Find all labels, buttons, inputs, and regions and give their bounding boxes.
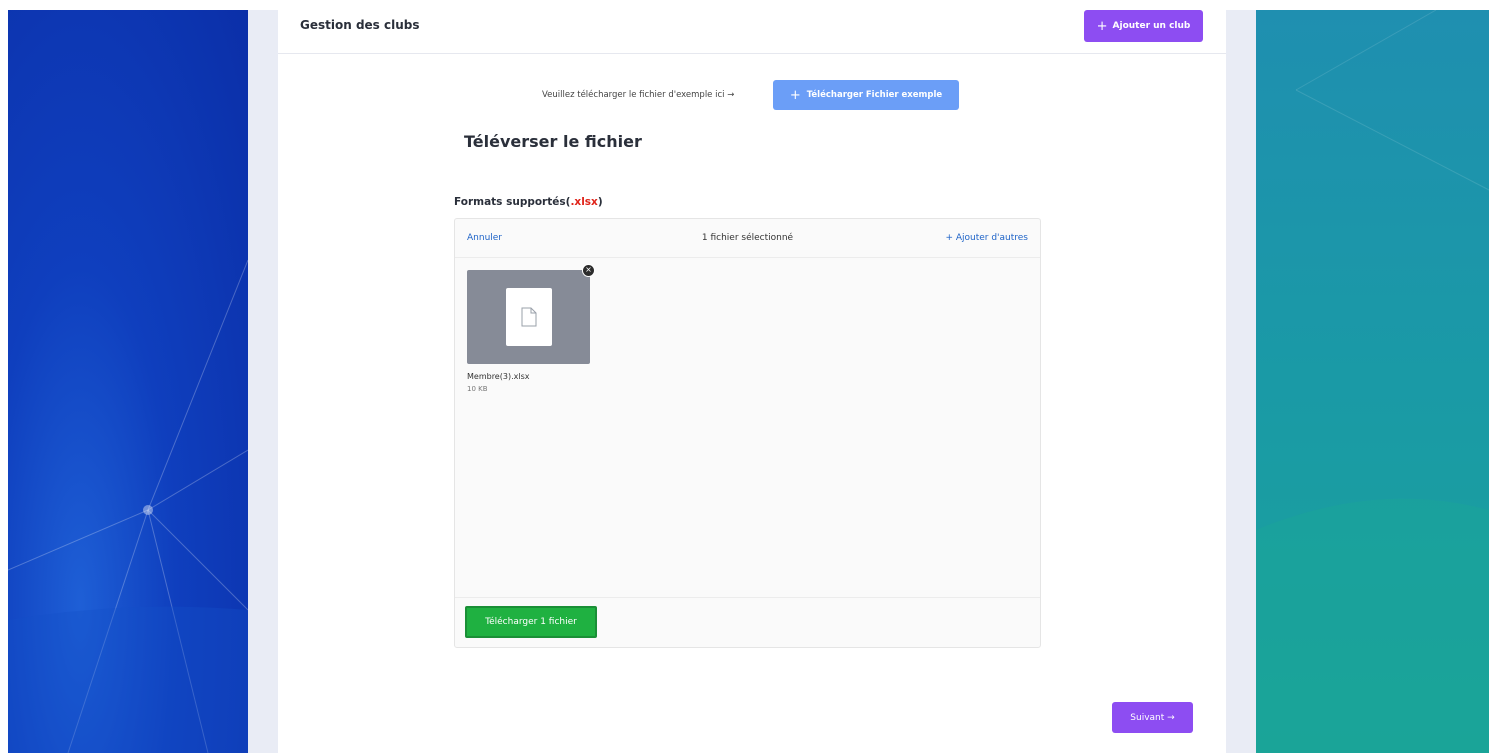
uploader-footer: Télécharger 1 fichier <box>455 597 1040 647</box>
remove-file-icon[interactable]: × <box>582 264 595 277</box>
file-thumbnail: × <box>467 264 595 364</box>
uploader-toolbar: 1 fichier sélectionné Annuler + Ajouter … <box>455 219 1040 258</box>
add-club-label: Ajouter un club <box>1112 21 1191 31</box>
plus-icon: + <box>789 87 801 103</box>
page-header: Gestion des clubs + Ajouter un club <box>278 10 1226 54</box>
next-button[interactable]: Suivant → <box>1112 702 1193 733</box>
file-name: Membre(3).xlsx <box>467 372 530 381</box>
add-more-button[interactable]: + Ajouter d'autres <box>945 233 1028 243</box>
add-club-button[interactable]: + Ajouter un club <box>1084 10 1203 42</box>
file-icon <box>505 288 552 346</box>
formats-suffix: ) <box>597 196 603 208</box>
right-background-panel <box>1256 10 1489 753</box>
supported-formats-label: Formats supportés(.xlsx) <box>454 196 603 208</box>
main-content: Gestion des clubs + Ajouter un club Veui… <box>278 10 1226 753</box>
left-gutter <box>248 10 278 753</box>
left-background-panel <box>8 10 248 753</box>
sample-instruction-text: Veuillez télécharger le fichier d'exempl… <box>542 90 735 100</box>
upload-heading: Téléverser le fichier <box>464 132 642 151</box>
download-sample-label: Télécharger Fichier exemple <box>806 90 943 100</box>
formats-extension: .xlsx <box>570 196 598 208</box>
file-card: × Membre(3).xlsx 10 KB <box>467 264 595 393</box>
sample-file-row: Veuillez télécharger le fichier d'exempl… <box>278 80 1226 110</box>
plus-icon: + <box>1096 18 1108 34</box>
right-gutter <box>1226 10 1256 753</box>
file-size: 10 KB <box>467 385 488 393</box>
upload-files-button[interactable]: Télécharger 1 fichier <box>465 606 597 638</box>
page-title: Gestion des clubs <box>300 18 420 32</box>
file-uploader: 1 fichier sélectionné Annuler + Ajouter … <box>454 218 1041 648</box>
download-sample-button[interactable]: + Télécharger Fichier exemple <box>773 80 959 110</box>
formats-prefix: Formats supportés( <box>454 196 571 208</box>
cancel-button[interactable]: Annuler <box>467 233 502 243</box>
